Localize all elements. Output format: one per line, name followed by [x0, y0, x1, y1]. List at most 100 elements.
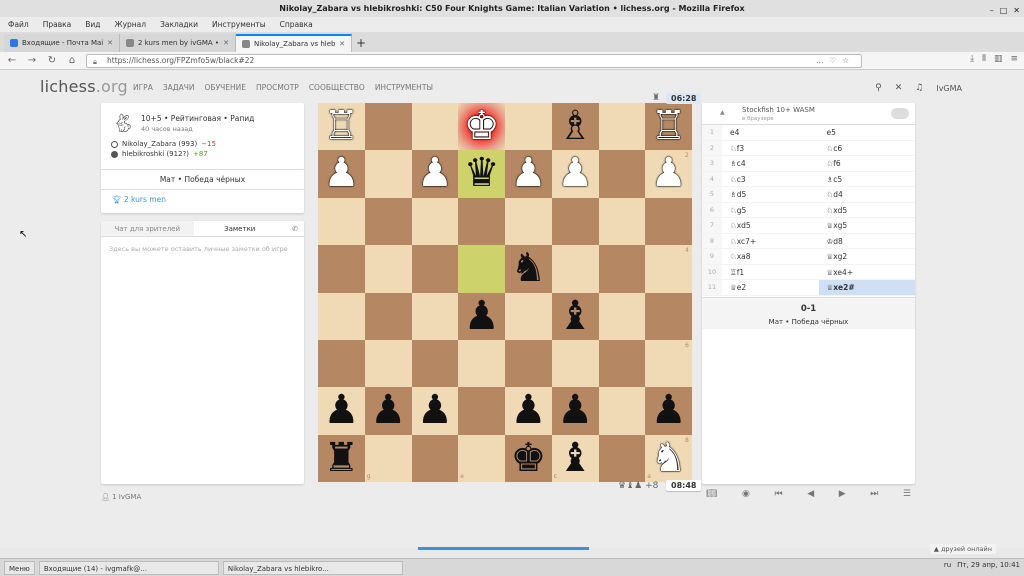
reload-icon[interactable]: ↻: [46, 55, 58, 66]
chess-board[interactable]: ♖ ♚ ♗ ♖ ♟ ♟ ♛ ♟ ♟ ♟ ♞ ♟ ♝ ♟ ♟ ♟ ♟ ♟ ♟ ♜ ♚ ♝ ♞ h g f e d c b a 1 2 3 4 5 6 7 8: [318, 103, 692, 482]
tab-game[interactable]: Nikolay_Zabara vs hlebikroshk✕: [236, 34, 352, 52]
white-move[interactable]: ♘xd5: [722, 218, 819, 233]
square-c4[interactable]: [551, 245, 599, 293]
close-tab-icon[interactable]: ✕: [339, 40, 345, 48]
white-move[interactable]: ♗c4: [722, 156, 819, 171]
white-move[interactable]: ♘xc7+: [722, 234, 819, 249]
nav-community[interactable]: СООБЩЕСТВО: [309, 83, 365, 92]
piece-d7[interactable]: ♟: [505, 387, 552, 434]
square-b6[interactable]: [598, 339, 646, 388]
square-h4[interactable]: [318, 245, 365, 293]
url-bar[interactable]: 🔒︎ https://lichess.org/FPZmfo5w/black#22…: [86, 54, 862, 68]
square-e7[interactable]: [458, 387, 505, 435]
piece-d8[interactable]: ♚: [505, 435, 552, 482]
piece-e1[interactable]: ♚: [458, 103, 505, 150]
piece-g7[interactable]: ♟: [365, 387, 412, 434]
close-icon[interactable]: ✕: [895, 83, 903, 93]
square-h6[interactable]: [318, 339, 365, 388]
square-b8[interactable]: [598, 434, 646, 482]
black-move[interactable]: ♔d8: [819, 234, 916, 249]
white-move[interactable]: ♕e2: [722, 280, 819, 295]
download-icon[interactable]: ⤓: [970, 54, 974, 64]
square-f3[interactable]: [411, 197, 459, 246]
page-actions-icon[interactable]: …: [816, 56, 830, 65]
black-move[interactable]: ♘f6: [819, 156, 916, 171]
white-move[interactable]: ♘c3: [722, 172, 819, 187]
square-g5[interactable]: [364, 292, 412, 340]
tab-chat[interactable]: Чат для зрителей: [101, 221, 194, 236]
square-f1[interactable]: [411, 103, 459, 151]
study-link[interactable]: 🏆︎ 2 kurs men: [112, 195, 166, 204]
piece-e5[interactable]: ♟: [458, 293, 505, 340]
square-d1[interactable]: [505, 103, 552, 151]
square-b3[interactable]: [598, 197, 646, 246]
piece-c5[interactable]: ♝: [552, 293, 599, 340]
square-d5[interactable]: [505, 292, 552, 340]
library-icon[interactable]: ⫴: [982, 54, 986, 64]
square-d6[interactable]: [505, 339, 552, 388]
menu-view[interactable]: Вид: [85, 17, 100, 32]
piece-c1[interactable]: ♗: [552, 103, 599, 150]
square-f6[interactable]: [411, 339, 459, 388]
piece-c8[interactable]: ♝: [552, 435, 599, 482]
square-d3[interactable]: [505, 197, 552, 246]
bookmark-star-icon[interactable]: ☆: [842, 56, 855, 65]
menu-edit[interactable]: Правка: [43, 17, 72, 32]
black-move[interactable]: ♘d4: [819, 187, 916, 202]
bell-icon[interactable]: ♫: [915, 83, 923, 93]
piece-d4[interactable]: ♞: [505, 245, 552, 292]
site-logo[interactable]: lichess.org: [40, 77, 128, 96]
engine-toggle[interactable]: [891, 108, 909, 119]
square-e4[interactable]: [458, 245, 505, 293]
square-h5[interactable]: [318, 292, 365, 340]
tab-study[interactable]: 2 kurs men by ivGMA • liches ✕: [120, 34, 236, 52]
square-g1[interactable]: [364, 103, 412, 151]
friends-online[interactable]: ▲ друзей онлайн: [929, 544, 996, 554]
white-move[interactable]: e4: [722, 125, 819, 140]
piece-h2[interactable]: ♟: [318, 150, 365, 197]
square-g6[interactable]: [364, 339, 412, 388]
first-move-icon[interactable]: ⏮: [774, 489, 782, 499]
black-move[interactable]: e5: [819, 125, 916, 140]
piece-c2[interactable]: ♟: [552, 150, 599, 197]
piece-f2[interactable]: ♟: [412, 150, 459, 197]
task-firefox[interactable]: Nikolay_Zabara vs hlebikro...: [222, 560, 403, 575]
square-b2[interactable]: [598, 150, 646, 198]
back-icon[interactable]: ←: [6, 55, 18, 66]
piece-d2[interactable]: ♟: [505, 150, 552, 197]
nav-play[interactable]: ИГРА: [133, 83, 153, 92]
last-move-icon[interactable]: ⏭: [870, 489, 878, 499]
white-move[interactable]: ♖f1: [722, 265, 819, 280]
square-b4[interactable]: [598, 245, 646, 293]
nav-tools[interactable]: ИНСТРУМЕНТЫ: [375, 83, 433, 92]
square-c3[interactable]: [551, 197, 599, 246]
new-tab-button[interactable]: +: [352, 34, 370, 52]
black-move[interactable]: ♘c6: [819, 141, 916, 156]
tab-notes[interactable]: Заметки: [193, 221, 286, 236]
nav-learn[interactable]: ОБУЧЕНИЕ: [205, 83, 247, 92]
square-h3[interactable]: [318, 197, 365, 246]
notes-textarea[interactable]: Здесь вы можете оставить личные заметки …: [101, 237, 304, 261]
square-f8[interactable]: [411, 434, 459, 482]
piece-e2[interactable]: ♛: [458, 150, 505, 197]
black-player-row[interactable]: hlebikroshki (912?) +87: [111, 150, 208, 158]
piece-c7[interactable]: ♟: [552, 387, 599, 434]
square-b7[interactable]: [598, 387, 646, 435]
black-move[interactable]: ♘xd5: [819, 203, 916, 218]
next-move-icon[interactable]: ▶: [839, 489, 846, 499]
square-e6[interactable]: [458, 339, 505, 388]
piece-h7[interactable]: ♟: [318, 387, 365, 434]
menu-file[interactable]: Файл: [8, 17, 29, 32]
square-b5[interactable]: [598, 292, 646, 340]
menu-help[interactable]: Справка: [280, 17, 313, 32]
tab-mail[interactable]: Входящие - Почта Mail.ru✕: [4, 34, 120, 52]
menu-history[interactable]: Журнал: [115, 17, 147, 32]
square-e3[interactable]: [458, 197, 505, 246]
menu-bookmarks[interactable]: Закладки: [160, 17, 198, 32]
white-move[interactable]: ♘f3: [722, 141, 819, 156]
engine-arrow-icon[interactable]: ▲: [720, 109, 725, 116]
user-menu[interactable]: IvGMA: [936, 84, 962, 93]
black-move[interactable]: ♕xe2#: [818, 280, 915, 295]
white-move[interactable]: ♘g5: [722, 203, 819, 218]
white-player-row[interactable]: Nikolay_Zabara (993) −15: [111, 140, 216, 148]
